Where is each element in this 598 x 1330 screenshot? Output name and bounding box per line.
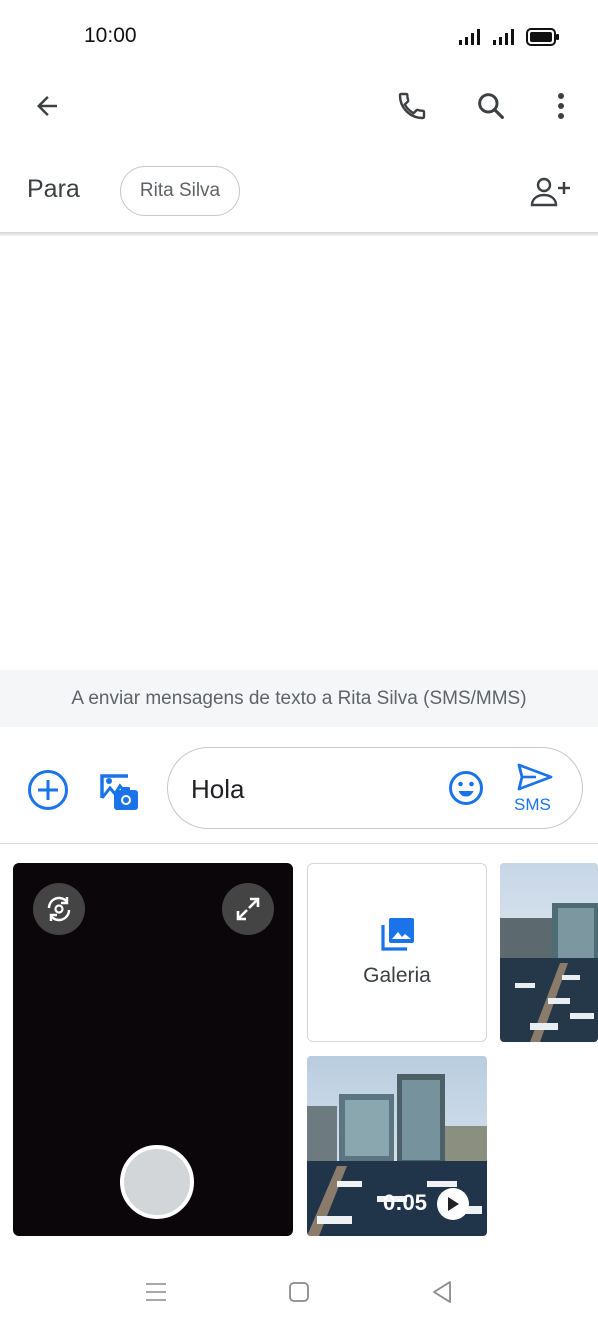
- status-time: 10:00: [84, 24, 137, 47]
- compose-divider: [0, 843, 598, 844]
- menu-nav-icon: [146, 1283, 166, 1301]
- gallery-camera-button[interactable]: [94, 766, 142, 814]
- recents-nav-button[interactable]: [140, 1276, 172, 1308]
- send-type-label: SMS: [514, 795, 551, 814]
- play-button[interactable]: [437, 1188, 469, 1220]
- video-thumbnail[interactable]: 0:05: [307, 1056, 487, 1236]
- add-recipient-button[interactable]: [526, 168, 574, 216]
- message-input-text[interactable]: Hola: [191, 774, 244, 805]
- send-icon: [517, 763, 553, 791]
- recipient-chip[interactable]: Rita Silva: [120, 166, 240, 216]
- home-nav-button[interactable]: [283, 1276, 315, 1308]
- sms-info-banner: A enviar mensagens de texto a Rita Silva…: [0, 670, 598, 727]
- add-person-icon: [530, 177, 570, 207]
- fullscreen-icon: [236, 897, 260, 921]
- signal-icon: [493, 29, 514, 45]
- signal-icon: [459, 29, 480, 45]
- search-button[interactable]: [467, 82, 515, 130]
- video-duration: 0:05: [382, 1190, 427, 1215]
- switch-camera-button[interactable]: [33, 883, 85, 935]
- more-options-button[interactable]: [537, 82, 585, 130]
- to-label: Para: [27, 175, 80, 203]
- emoji-button[interactable]: [442, 764, 490, 812]
- photo-image: [500, 863, 598, 1042]
- call-button[interactable]: [388, 82, 436, 130]
- add-attachment-button[interactable]: [24, 766, 72, 814]
- status-icons: [458, 28, 560, 46]
- gallery-label: Galeria: [363, 964, 431, 987]
- fullscreen-button[interactable]: [222, 883, 274, 935]
- gallery-tile[interactable]: Galeria: [307, 863, 487, 1042]
- back-button[interactable]: [23, 82, 71, 130]
- gallery-camera-icon: [100, 774, 138, 810]
- header-divider: [0, 232, 598, 236]
- back-arrow-icon: [37, 96, 57, 116]
- emoji-icon: [449, 771, 483, 805]
- flip-camera-icon: [47, 896, 71, 922]
- back-nav-button[interactable]: [426, 1276, 458, 1308]
- gallery-icon: [381, 918, 414, 951]
- photo-thumbnail[interactable]: [500, 863, 598, 1042]
- add-circle-icon: [28, 770, 68, 810]
- phone-icon: [398, 92, 426, 120]
- back-nav-icon: [433, 1281, 451, 1303]
- battery-icon: [526, 28, 559, 46]
- home-nav-icon: [289, 1282, 309, 1302]
- search-icon: [478, 93, 504, 119]
- camera-preview[interactable]: [13, 863, 293, 1236]
- shutter-button[interactable]: [120, 1145, 194, 1219]
- play-icon: [448, 1197, 459, 1211]
- more-vert-icon: [558, 93, 564, 119]
